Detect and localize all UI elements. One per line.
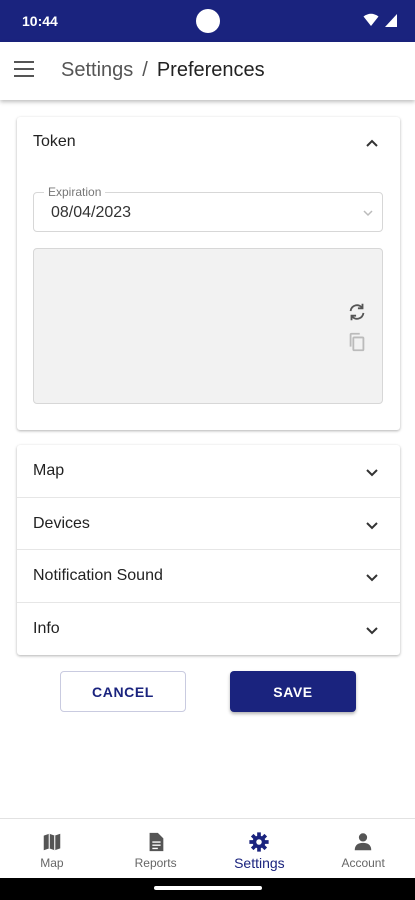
chevron-down-icon bbox=[363, 210, 373, 217]
wifi-icon bbox=[363, 13, 379, 26]
cancel-button[interactable]: CANCEL bbox=[60, 671, 186, 712]
breadcrumb-separator: / bbox=[142, 59, 148, 81]
gear-icon bbox=[249, 832, 269, 852]
nav-reports[interactable]: Reports bbox=[104, 819, 208, 878]
breadcrumb: Settings / Preferences bbox=[61, 59, 265, 82]
refresh-icon[interactable] bbox=[346, 301, 368, 323]
menu-icon-line bbox=[14, 68, 34, 70]
nav-settings-label: Settings bbox=[234, 855, 285, 871]
camera-cutout bbox=[196, 9, 220, 33]
nav-account-label: Account bbox=[341, 856, 385, 870]
expiration-value: 08/04/2023 bbox=[51, 204, 132, 221]
breadcrumb-preferences: Preferences bbox=[156, 59, 265, 81]
section-devices[interactable]: Devices bbox=[17, 498, 400, 550]
map-icon bbox=[43, 833, 61, 851]
nav-settings[interactable]: Settings bbox=[208, 819, 312, 878]
chevron-down-icon bbox=[366, 574, 378, 582]
token-panel-header[interactable]: Token bbox=[17, 117, 400, 169]
section-info[interactable]: Info bbox=[17, 603, 400, 656]
description-icon bbox=[149, 832, 163, 852]
copy-icon[interactable] bbox=[346, 331, 368, 353]
menu-icon-line bbox=[14, 61, 34, 63]
token-panel-title: Token bbox=[33, 133, 76, 150]
nav-reports-label: Reports bbox=[134, 856, 177, 870]
menu-icon-line bbox=[14, 75, 34, 77]
nav-map[interactable]: Map bbox=[0, 819, 104, 878]
chevron-up-icon bbox=[366, 139, 378, 147]
preferences-sections: Map Devices Notification Sound Info bbox=[17, 445, 400, 655]
token-panel: Token Expiration 08/04/2023 bbox=[17, 117, 400, 430]
expiration-select[interactable]: Expiration 08/04/2023 bbox=[33, 185, 383, 232]
section-label: Devices bbox=[33, 514, 90, 532]
person-icon bbox=[354, 833, 372, 851]
status-icons bbox=[363, 13, 397, 27]
status-bar: 10:44 bbox=[0, 0, 415, 42]
section-label: Info bbox=[33, 619, 60, 637]
save-button[interactable]: SAVE bbox=[230, 671, 356, 712]
app-bar: Settings / Preferences bbox=[0, 42, 415, 100]
status-time: 10:44 bbox=[22, 13, 58, 29]
expiration-label: Expiration bbox=[44, 185, 106, 199]
nav-account[interactable]: Account bbox=[311, 819, 415, 878]
bottom-nav: Map Reports Settings Account bbox=[0, 818, 415, 878]
chevron-down-icon bbox=[366, 521, 378, 529]
breadcrumb-settings[interactable]: Settings bbox=[61, 59, 133, 82]
signal-icon bbox=[385, 13, 397, 27]
home-indicator[interactable] bbox=[154, 886, 262, 890]
chevron-down-icon bbox=[366, 626, 378, 634]
section-notification-sound[interactable]: Notification Sound bbox=[17, 550, 400, 603]
chevron-down-icon bbox=[366, 469, 378, 477]
token-field[interactable] bbox=[33, 248, 383, 404]
menu-button[interactable] bbox=[14, 61, 36, 81]
system-nav-bar bbox=[0, 878, 415, 900]
nav-map-label: Map bbox=[40, 856, 64, 870]
section-label: Map bbox=[33, 462, 65, 479]
section-map[interactable]: Map bbox=[17, 445, 400, 498]
section-label: Notification Sound bbox=[33, 567, 163, 584]
